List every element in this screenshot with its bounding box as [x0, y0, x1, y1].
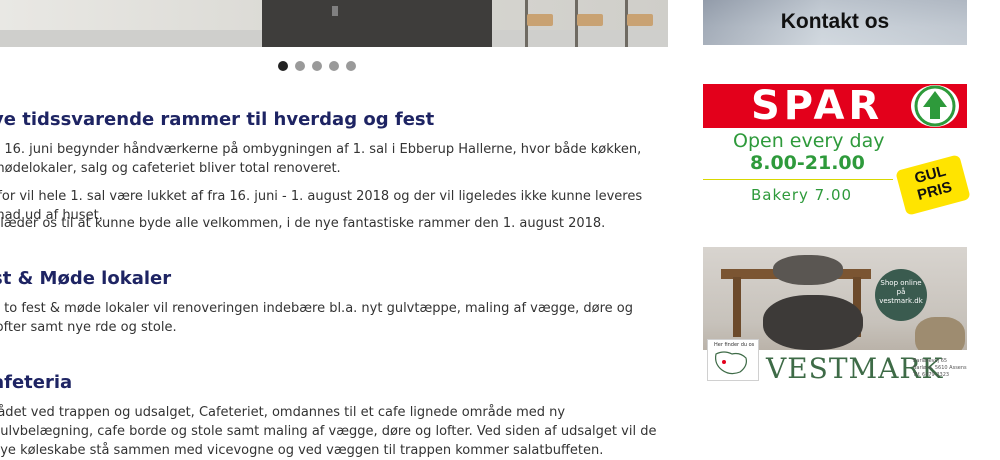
vestmark-bench-leg	[733, 277, 741, 337]
vestmark-address: Barløsevej 65 Barløse, 5610 Assens Tlf. …	[913, 358, 967, 379]
kontakt-banner-label: Kontakt os	[780, 10, 890, 33]
vestmark-shop-online-badge: Shop online på vestmark.dk	[875, 269, 927, 321]
vestmark-address-line: Barløse, 5610 Assens	[913, 365, 967, 371]
spar-hours: 8.00-21.00	[750, 152, 865, 174]
carousel-dot-1[interactable]	[278, 61, 288, 71]
slide-cabinet-detail	[332, 6, 338, 16]
slide-chair-seat	[527, 14, 553, 26]
vestmark-address-line: Barløsevej 65	[913, 358, 948, 364]
carousel-image[interactable]	[0, 0, 668, 47]
spar-tree-icon	[911, 85, 959, 127]
article-heading-fest-mode: st & Møde lokaler	[0, 268, 172, 289]
kontakt-banner[interactable]: Kontakt os	[703, 0, 967, 45]
vestmark-fur-basket	[763, 295, 863, 350]
vestmark-map-label: Her finder du os	[714, 342, 755, 348]
slide-chair-seat	[577, 14, 603, 26]
article-paragraph: rådet ved trappen og udsalget, Cafeterie…	[0, 405, 657, 458]
carousel-dot-2[interactable]	[295, 61, 305, 71]
slide-cabinet	[262, 0, 492, 47]
spar-logo-text: SPAR	[751, 83, 884, 129]
vestmark-map-icon: Her finder du os	[707, 339, 759, 381]
vestmark-advert[interactable]: Shop online på vestmark.dk Her finder du…	[703, 247, 967, 383]
carousel-dot-4[interactable]	[329, 61, 339, 71]
gul-pris-badge: GUL PRIS	[895, 154, 971, 216]
carousel-dot-5[interactable]	[346, 61, 356, 71]
spar-advert[interactable]: SPAR Open every day 8.00-21.00 Bakery 7.…	[703, 83, 971, 216]
article-paragraph: e to fest & møde lokaler vil renoveringe…	[0, 301, 633, 335]
article-heading-renovation: ye tidssvarende rammer til hverdag og fe…	[0, 109, 435, 130]
article-heading-cafeteria: afeteria	[0, 372, 73, 393]
carousel-indicators	[278, 61, 356, 72]
spar-open-text: Open every day	[733, 130, 885, 152]
carousel-dot-3[interactable]	[312, 61, 322, 71]
spar-divider	[703, 179, 893, 180]
article-paragraph: glæder os til at kunne byde alle velkomm…	[0, 216, 606, 231]
article-paragraph: n 16. juni begynder håndværkerne på omby…	[0, 142, 642, 176]
slide-chair-seat	[627, 14, 653, 26]
vestmark-phone: Tlf. 6479 2323	[913, 372, 950, 378]
vestmark-fur-throw	[773, 255, 843, 285]
spar-bakery-hours: Bakery 7.00	[751, 186, 853, 204]
